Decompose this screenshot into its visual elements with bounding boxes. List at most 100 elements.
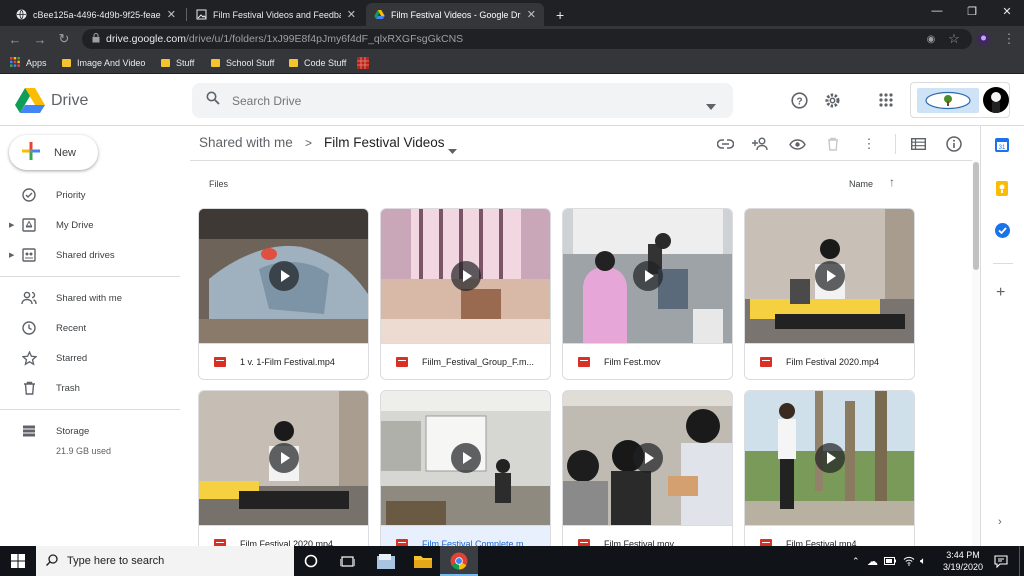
scrollbar-thumb[interactable]: [973, 162, 979, 270]
search-bar[interactable]: [192, 83, 733, 118]
file-card[interactable]: 1 v. 1-Film Festival.mp4: [198, 208, 369, 380]
url-path: /drive/u/1/folders/1xJ99E8f4pJmy6f4dF_ql…: [185, 33, 464, 45]
play-icon[interactable]: [269, 443, 299, 473]
expand-caret-icon[interactable]: ▶: [9, 251, 14, 259]
play-icon[interactable]: [815, 443, 845, 473]
window-close-icon[interactable]: ✕: [990, 0, 1024, 22]
sort-direction-arrow-icon[interactable]: ↑: [889, 175, 895, 189]
sidebar-item-shared-with-me[interactable]: Shared with me: [0, 284, 180, 312]
notifications-icon[interactable]: [994, 546, 1008, 576]
star-icon[interactable]: ☆: [945, 30, 963, 48]
breadcrumb-parent[interactable]: Shared with me: [199, 135, 293, 150]
file-explorer-app-icon[interactable]: [377, 552, 395, 570]
breadcrumb-current[interactable]: Film Festival Videos: [324, 135, 445, 150]
tab-close-icon[interactable]: ✕: [347, 8, 356, 21]
bookmark-image-and-video[interactable]: Image And Video: [62, 56, 145, 70]
sidebar-item-priority[interactable]: Priority: [0, 181, 180, 209]
back-icon[interactable]: ←: [6, 30, 24, 48]
show-desktop-button[interactable]: [1019, 546, 1020, 576]
file-card[interactable]: Film Festival.mp4: [744, 390, 915, 562]
apps-grid-icon: [10, 57, 20, 69]
file-card[interactable]: Fiilm_Festival_Group_F.m...: [380, 208, 551, 380]
account-switcher[interactable]: [910, 82, 1010, 118]
sidebar-item-starred[interactable]: Starred: [0, 344, 180, 372]
play-icon[interactable]: [451, 443, 481, 473]
new-button[interactable]: New: [9, 135, 98, 170]
sort-by-name[interactable]: Name: [849, 179, 873, 189]
camera-blocked-icon[interactable]: ◉: [922, 30, 940, 48]
bookmark-code-stuff[interactable]: Code Stuff: [289, 56, 346, 70]
reload-icon[interactable]: ↻: [55, 30, 73, 48]
show-hidden-icons-icon[interactable]: ⌃: [852, 546, 860, 576]
restore-icon[interactable]: ❐: [955, 0, 989, 22]
google-drive-logo-icon[interactable]: [15, 87, 45, 118]
calendar-icon[interactable]: 31: [995, 138, 1009, 157]
menu-dots-icon[interactable]: ⋮: [1000, 30, 1018, 48]
keep-icon[interactable]: [996, 181, 1008, 201]
file-card[interactable]: Film Festival 2020.mp4: [744, 208, 915, 380]
expand-caret-icon[interactable]: ▶: [9, 221, 14, 229]
browser-tab[interactable]: Film Festival Videos and Feedbac ✕: [188, 3, 364, 26]
sidebar-item-my-drive[interactable]: ▶ My Drive: [0, 211, 180, 239]
drive-logo-text[interactable]: Drive: [51, 92, 88, 110]
bookmark-apps[interactable]: Apps: [10, 56, 47, 70]
file-name: Film Festival 2020.mp4: [786, 357, 880, 367]
remove-trash-icon[interactable]: [823, 134, 843, 154]
search-input[interactable]: [232, 93, 672, 108]
tab-close-icon[interactable]: ✕: [527, 8, 536, 21]
browser-tab-active[interactable]: Film Festival Videos - Google Dri ✕: [366, 3, 544, 26]
sidebar-item-shared-drives[interactable]: ▶ Shared drives: [0, 241, 180, 269]
help-icon[interactable]: ?: [789, 90, 809, 110]
tab-close-icon[interactable]: ✕: [167, 8, 176, 21]
get-link-icon[interactable]: [715, 134, 735, 154]
taskbar-search-box[interactable]: Type here to search: [36, 546, 294, 576]
address-bar[interactable]: drive.google.com/drive/u/1/folders/1xJ99…: [82, 29, 972, 49]
forward-icon[interactable]: →: [31, 30, 49, 48]
onedrive-cloud-icon[interactable]: ☁: [867, 546, 878, 576]
more-actions-icon[interactable]: ⋮: [859, 134, 879, 154]
system-clock[interactable]: 3:44 PM 3/19/2020: [938, 549, 988, 573]
info-icon[interactable]: [944, 134, 964, 154]
search-icon[interactable]: [206, 91, 220, 110]
sidebar-item-label: My Drive: [56, 219, 94, 231]
google-apps-icon[interactable]: [876, 90, 896, 110]
play-icon[interactable]: [269, 261, 299, 291]
cortana-icon[interactable]: [302, 552, 320, 570]
new-tab-button[interactable]: +: [548, 3, 574, 26]
play-icon[interactable]: [633, 443, 663, 473]
file-card-selected[interactable]: Film Festival Complete.m...: [380, 390, 551, 562]
task-view-icon[interactable]: [338, 552, 356, 570]
file-card[interactable]: Film Festival 2020.mp4: [198, 390, 369, 562]
sidebar-item-trash[interactable]: Trash: [0, 374, 180, 402]
play-icon[interactable]: [815, 261, 845, 291]
profile-avatar-icon[interactable]: [974, 30, 992, 48]
chrome-taskbar-button-active[interactable]: [440, 546, 478, 576]
add-addon-icon[interactable]: +: [996, 284, 1005, 302]
sidebar-item-recent[interactable]: Recent: [0, 314, 180, 342]
play-icon[interactable]: [633, 261, 663, 291]
bookmark-red-grid-icon[interactable]: [357, 56, 369, 70]
browser-tab[interactable]: cBee125a-4496-4d9b-9f25-feae7 ✕: [8, 3, 184, 26]
windows-start-icon[interactable]: [9, 552, 27, 570]
settings-gear-icon[interactable]: [822, 90, 842, 110]
bookmark-school-stuff[interactable]: School Stuff: [211, 56, 274, 70]
battery-icon[interactable]: [884, 546, 896, 576]
wifi-icon[interactable]: [903, 546, 915, 576]
play-icon[interactable]: [451, 261, 481, 291]
bookmark-stuff[interactable]: Stuff: [161, 56, 194, 70]
sidebar-item-storage[interactable]: Storage: [0, 417, 180, 445]
search-options-icon[interactable]: [706, 97, 716, 115]
minimize-icon[interactable]: —: [920, 0, 954, 22]
preview-eye-icon[interactable]: [787, 134, 807, 154]
list-view-icon[interactable]: [908, 134, 928, 154]
folder-menu-caret-icon[interactable]: [448, 141, 457, 159]
volume-icon[interactable]: 🔈︎: [920, 546, 926, 576]
add-people-icon[interactable]: [751, 134, 771, 154]
file-card[interactable]: Film Festival.mov: [562, 390, 733, 562]
sidebar-divider: [0, 276, 180, 277]
tasks-icon[interactable]: [995, 223, 1010, 243]
collapse-panel-chevron-icon[interactable]: ›: [998, 516, 1002, 528]
folder-app-icon[interactable]: [414, 552, 432, 570]
breadcrumb-separator-icon: >: [305, 136, 313, 150]
file-card[interactable]: Film Fest.mov: [562, 208, 733, 380]
